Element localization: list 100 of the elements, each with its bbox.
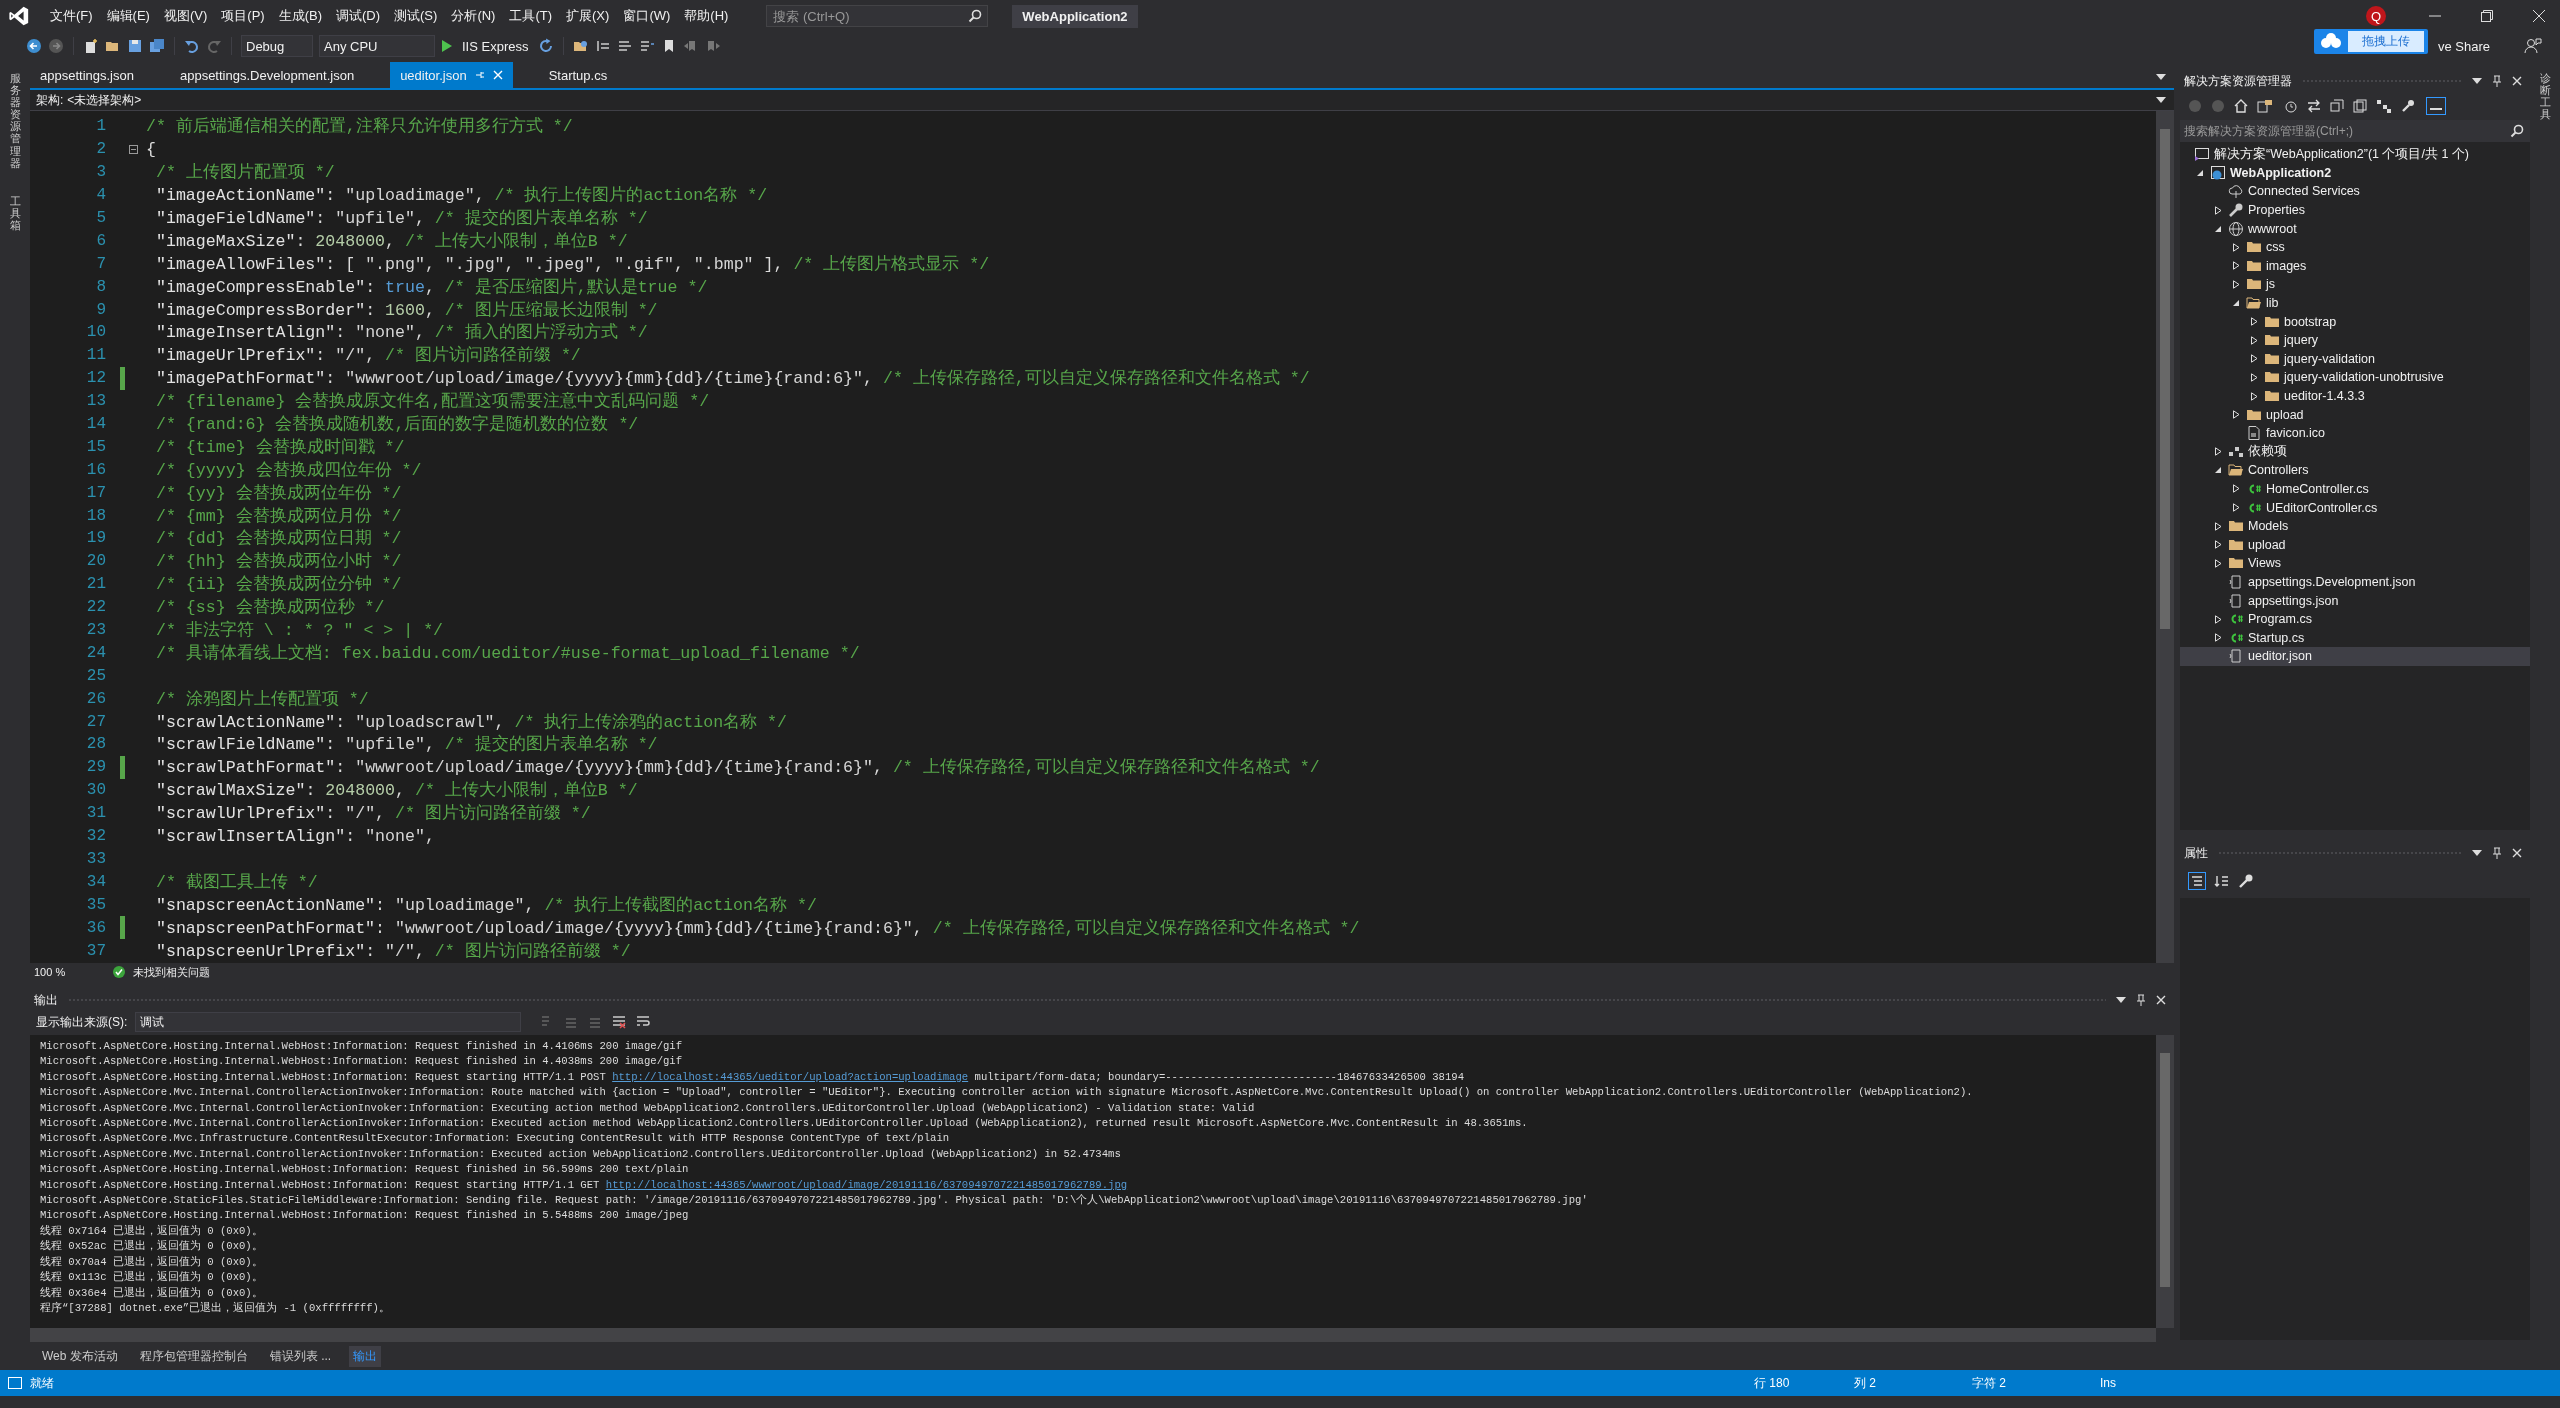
expander-icon[interactable] xyxy=(2232,299,2240,308)
menu-item[interactable]: 帮助(H) xyxy=(678,4,735,28)
save-icon[interactable] xyxy=(127,38,143,54)
search-field[interactable]: 搜索解决方案资源管理器(Ctrl+;) xyxy=(2180,120,2530,142)
account-badge[interactable]: Q xyxy=(2366,6,2386,26)
side-tab[interactable]: 诊断工具 xyxy=(2539,72,2551,121)
tree-item[interactable]: Views xyxy=(2180,554,2530,573)
show-all-files-icon[interactable] xyxy=(2353,99,2367,113)
tree-item[interactable]: images xyxy=(2180,256,2530,276)
tree-item[interactable]: ueditor.json xyxy=(2180,647,2530,666)
tree-item[interactable]: 依赖项 xyxy=(2180,442,2530,462)
hierarchy-icon[interactable] xyxy=(2376,99,2392,113)
scrollbar[interactable] xyxy=(2156,1035,2174,1328)
expander-icon[interactable] xyxy=(2214,633,2222,643)
tree-item[interactable]: Program.cs xyxy=(2180,609,2530,629)
collapse-icon[interactable] xyxy=(129,144,138,154)
link[interactable]: http://localhost:44365/ueditor/upload?action=uploadimage xyxy=(612,1070,969,1083)
expander-icon[interactable] xyxy=(2214,540,2222,550)
menu-item[interactable]: 工具(T) xyxy=(503,4,559,28)
wrench-icon[interactable] xyxy=(2238,873,2254,889)
side-tab[interactable]: 服务器资源管理器 xyxy=(9,72,21,169)
collapse-all-icon[interactable] xyxy=(2330,99,2344,113)
tree-item[interactable]: Startup.cs xyxy=(2180,628,2530,648)
tree-item[interactable]: Connected Services xyxy=(2180,182,2530,201)
run-button[interactable]: IIS Express xyxy=(458,36,533,56)
side-tab[interactable]: 工具箱 xyxy=(9,194,21,232)
live-share-button[interactable]: ve Share xyxy=(2437,38,2490,54)
restore-icon[interactable] xyxy=(2480,9,2494,23)
expander-icon[interactable] xyxy=(2214,224,2222,233)
refresh-icon[interactable] xyxy=(538,38,555,54)
menu-item[interactable]: 视图(V) xyxy=(157,4,214,28)
close-icon[interactable] xyxy=(2156,995,2166,1005)
expander-icon[interactable] xyxy=(2214,205,2222,215)
menu-item[interactable]: 测试(S) xyxy=(388,4,444,28)
dropdown-arrow-icon[interactable] xyxy=(2472,850,2482,856)
next-bookmark-icon[interactable] xyxy=(705,38,722,54)
expander-icon[interactable] xyxy=(2214,614,2222,624)
tree-item[interactable]: ueditor-1.4.3.3 xyxy=(2180,386,2530,406)
panel-tab[interactable]: 程序包管理器控制台 xyxy=(135,1345,252,1367)
expander-icon[interactable] xyxy=(2214,447,2222,457)
menu-item[interactable]: 扩展(X) xyxy=(560,4,616,28)
tree-item[interactable]: HomeController.cs xyxy=(2180,479,2530,499)
expander-icon[interactable] xyxy=(2232,261,2240,271)
link[interactable]: http://localhost:44365/wwwroot/upload/image/20191116/6370949707221485017962789.jpg xyxy=(605,1178,1128,1191)
document-tab[interactable]: Startup.cs xyxy=(538,62,618,88)
dropdown-arrow-icon[interactable] xyxy=(2472,78,2482,84)
save-all-icon[interactable] xyxy=(149,38,165,54)
pin-icon[interactable] xyxy=(2492,75,2502,87)
horizontal-scrollbar[interactable] xyxy=(30,1328,2156,1342)
tree-item[interactable]: WebApplication2 xyxy=(2180,163,2530,183)
play-icon[interactable] xyxy=(441,40,452,52)
categorized-icon[interactable] xyxy=(2188,872,2206,890)
tree-item[interactable]: js xyxy=(2180,275,2530,294)
configuration-dropdown[interactable]: Debug xyxy=(241,35,313,57)
source-dropdown[interactable]: 调试 xyxy=(135,1012,522,1032)
sync-icon[interactable] xyxy=(2307,99,2321,113)
indent-icon[interactable] xyxy=(595,38,612,54)
platform-dropdown[interactable]: Any CPU xyxy=(319,35,435,57)
clear-all-icon[interactable] xyxy=(611,1014,628,1030)
close-icon[interactable] xyxy=(2532,9,2546,23)
expander-icon[interactable] xyxy=(2214,558,2222,568)
tree-item[interactable]: appsettings.json xyxy=(2180,591,2530,610)
expander-icon[interactable] xyxy=(2196,168,2204,177)
tree-item[interactable]: bootstrap xyxy=(2180,312,2530,331)
tree-item[interactable]: favicon.ico xyxy=(2180,423,2530,443)
menu-item[interactable]: 调试(D) xyxy=(330,4,387,28)
menu-item[interactable]: 文件(F) xyxy=(44,4,99,28)
expander-icon[interactable] xyxy=(2232,279,2240,289)
document-tab[interactable]: appsettings.Development.json xyxy=(169,62,365,88)
dropdown-arrow-icon[interactable] xyxy=(2156,97,2166,103)
tree-item[interactable]: jquery-validation-unobtrusive xyxy=(2180,368,2530,387)
tree-item[interactable]: css xyxy=(2180,237,2530,257)
pin-icon[interactable] xyxy=(2136,994,2146,1006)
close-icon[interactable] xyxy=(2512,848,2522,858)
menu-item[interactable]: 窗口(W) xyxy=(617,4,677,28)
expander-icon[interactable] xyxy=(2250,391,2258,401)
home-icon[interactable] xyxy=(2234,99,2248,113)
expander-icon[interactable] xyxy=(2214,466,2222,475)
alphabetical-icon[interactable] xyxy=(2214,873,2230,889)
pin-icon[interactable] xyxy=(2492,847,2502,859)
expander-icon[interactable] xyxy=(2232,410,2240,420)
tree-item[interactable]: Models xyxy=(2180,516,2530,536)
redo-icon[interactable] xyxy=(206,38,222,54)
tree-item[interactable]: lib xyxy=(2180,293,2530,313)
tree-item[interactable]: 解决方案“WebApplication2”(1 个项目/共 1 个) xyxy=(2180,145,2530,164)
expander-icon[interactable] xyxy=(2232,484,2240,494)
upload-widget[interactable]: 拖拽上传 xyxy=(2313,28,2428,54)
expander-icon[interactable] xyxy=(2214,521,2222,531)
search-icon[interactable] xyxy=(968,9,983,23)
menu-item[interactable]: 生成(B) xyxy=(272,4,328,28)
zoom-dropdown[interactable]: 100 % xyxy=(34,966,106,978)
feedback-icon[interactable] xyxy=(2524,37,2542,55)
code-editor[interactable] xyxy=(30,111,2174,963)
expander-icon[interactable] xyxy=(2250,354,2258,364)
expander-icon[interactable] xyxy=(2250,317,2258,327)
panel-tab[interactable]: 错误列表 ... xyxy=(265,1345,336,1367)
wrench-icon[interactable] xyxy=(2401,99,2415,113)
expander-icon[interactable] xyxy=(2232,503,2240,513)
dropdown-arrow-icon[interactable] xyxy=(2116,997,2126,1003)
new-item-icon[interactable] xyxy=(83,38,99,54)
